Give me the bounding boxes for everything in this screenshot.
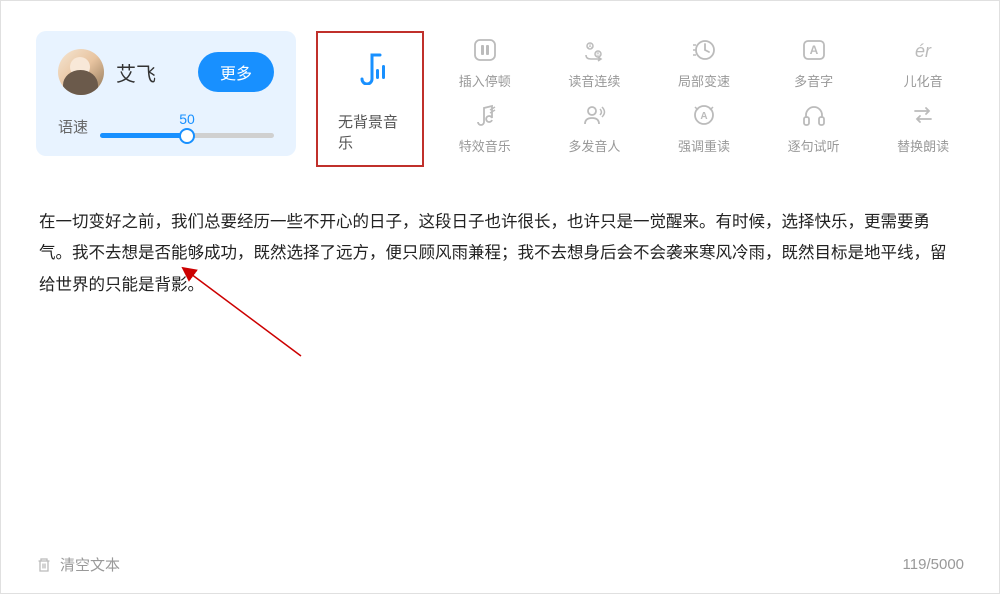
tool-local-speed[interactable]: 局部变速 bbox=[663, 37, 745, 90]
speed-slider[interactable]: 50 bbox=[100, 115, 274, 138]
continuous-icon: AB bbox=[581, 37, 607, 63]
svg-text:A: A bbox=[809, 43, 818, 57]
multi-voice-icon bbox=[581, 102, 607, 128]
bgm-label: 无背景音乐 bbox=[338, 111, 402, 153]
tool-label: 读音连续 bbox=[568, 71, 620, 90]
effect-music-icon bbox=[472, 102, 498, 128]
tool-multi-voice[interactable]: 多发音人 bbox=[554, 102, 636, 155]
music-note-icon bbox=[354, 51, 386, 85]
tool-label: 强调重读 bbox=[678, 136, 730, 155]
tool-sentence-preview[interactable]: 逐句试听 bbox=[773, 102, 855, 155]
erhua-icon: ér bbox=[910, 37, 936, 63]
emphasis-icon: A bbox=[691, 102, 717, 128]
speed-value: 50 bbox=[179, 111, 195, 127]
tool-label: 替换朗读 bbox=[897, 136, 949, 155]
tool-emphasis[interactable]: A 强调重读 bbox=[663, 102, 745, 155]
voice-name: 艾飞 bbox=[116, 58, 156, 87]
tool-label: 儿化音 bbox=[904, 71, 943, 90]
svg-text:A: A bbox=[700, 111, 707, 122]
tool-label: 局部变速 bbox=[678, 71, 730, 90]
polyphone-icon: A bbox=[801, 37, 827, 63]
tool-label: 插入停顿 bbox=[459, 71, 511, 90]
headphones-icon bbox=[801, 102, 827, 128]
more-button[interactable]: 更多 bbox=[198, 52, 274, 92]
tool-insert-pause[interactable]: 插入停顿 bbox=[444, 37, 526, 90]
clear-text-button[interactable]: 清空文本 bbox=[36, 554, 120, 575]
char-counter: 119/5000 bbox=[903, 556, 964, 573]
speed-icon bbox=[691, 37, 717, 63]
voice-avatar[interactable] bbox=[58, 49, 104, 95]
slider-thumb[interactable] bbox=[179, 128, 195, 144]
speed-label: 语速 bbox=[58, 116, 88, 137]
tool-effect-music[interactable]: 特效音乐 bbox=[444, 102, 526, 155]
tool-polyphone[interactable]: A 多音字 bbox=[773, 37, 855, 90]
svg-text:ér: ér bbox=[915, 41, 932, 61]
tool-label: 逐句试听 bbox=[788, 136, 840, 155]
replace-icon bbox=[910, 102, 936, 128]
bgm-button[interactable]: 无背景音乐 bbox=[316, 31, 424, 167]
voice-card: 艾飞 更多 语速 50 bbox=[36, 31, 296, 156]
tool-replace-read[interactable]: 替换朗读 bbox=[882, 102, 964, 155]
tools-grid: 插入停顿 AB 读音连续 局部变速 A 多音字 ér 儿化音 bbox=[444, 31, 964, 155]
clear-label: 清空文本 bbox=[60, 554, 120, 575]
tool-continuous[interactable]: AB 读音连续 bbox=[554, 37, 636, 90]
tool-label: 特效音乐 bbox=[459, 136, 511, 155]
tool-label: 多音字 bbox=[794, 71, 833, 90]
tool-erhua[interactable]: ér 儿化音 bbox=[882, 37, 964, 90]
trash-icon bbox=[36, 557, 52, 573]
pause-icon bbox=[472, 37, 498, 63]
tool-label: 多发音人 bbox=[568, 136, 620, 155]
text-content[interactable]: 在一切变好之前，我们总要经历一些不开心的日子，这段日子也许很长，也许只是一觉醒来… bbox=[1, 177, 999, 331]
